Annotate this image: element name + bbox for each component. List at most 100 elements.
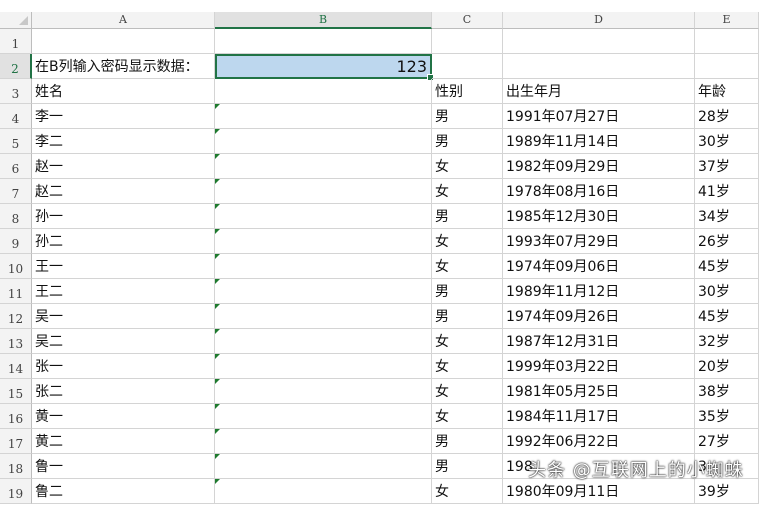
hidden-data-cell[interactable] [215, 254, 432, 279]
age-cell[interactable]: 30岁 [695, 279, 759, 304]
gender-cell[interactable]: 女 [432, 379, 503, 404]
header-birth[interactable]: 出生年月 [503, 79, 695, 104]
gender-cell[interactable]: 女 [432, 354, 503, 379]
gender-cell[interactable]: 女 [432, 179, 503, 204]
row-header[interactable]: 12 [0, 304, 32, 329]
age-cell[interactable]: 20岁 [695, 354, 759, 379]
age-cell[interactable]: 26岁 [695, 229, 759, 254]
column-header-c[interactable]: C [432, 12, 503, 29]
birth-cell[interactable]: 1987年12月31日 [503, 329, 695, 354]
age-cell[interactable]: 38岁 [695, 379, 759, 404]
name-cell[interactable]: 王二 [32, 279, 215, 304]
gender-cell[interactable]: 男 [432, 454, 503, 479]
name-cell[interactable]: 黄二 [32, 429, 215, 454]
cell[interactable] [695, 29, 759, 54]
gender-cell[interactable]: 男 [432, 129, 503, 154]
row-header[interactable]: 4 [0, 104, 32, 129]
gender-cell[interactable]: 男 [432, 304, 503, 329]
name-cell[interactable]: 张二 [32, 379, 215, 404]
hidden-data-cell[interactable] [215, 329, 432, 354]
hidden-data-cell[interactable] [215, 229, 432, 254]
column-header-b[interactable]: B [215, 12, 432, 29]
header-age[interactable]: 年龄 [695, 79, 759, 104]
row-header[interactable]: 17 [0, 429, 32, 454]
row-header[interactable]: 7 [0, 179, 32, 204]
hidden-data-cell[interactable] [215, 279, 432, 304]
name-cell[interactable]: 王一 [32, 254, 215, 279]
row-header[interactable]: 3 [0, 79, 32, 104]
hidden-data-cell[interactable] [215, 204, 432, 229]
row-header[interactable]: 2 [0, 54, 32, 79]
gender-cell[interactable]: 女 [432, 404, 503, 429]
birth-cell[interactable]: 1981年05月25日 [503, 379, 695, 404]
name-cell[interactable]: 李二 [32, 129, 215, 154]
birth-cell[interactable]: 1985年12月30日 [503, 204, 695, 229]
name-cell[interactable]: 孙一 [32, 204, 215, 229]
age-cell[interactable]: 32岁 [695, 329, 759, 354]
select-all-button[interactable] [0, 12, 32, 29]
name-cell[interactable]: 黄一 [32, 404, 215, 429]
age-cell[interactable]: 27岁 [695, 429, 759, 454]
cell[interactable] [432, 29, 503, 54]
birth-cell[interactable]: 1993年07月29日 [503, 229, 695, 254]
row-header[interactable]: 11 [0, 279, 32, 304]
name-cell[interactable]: 赵一 [32, 154, 215, 179]
birth-cell[interactable]: 1982年09月29日 [503, 154, 695, 179]
gender-cell[interactable]: 女 [432, 154, 503, 179]
row-header[interactable]: 8 [0, 204, 32, 229]
name-cell[interactable]: 吴一 [32, 304, 215, 329]
cell[interactable] [215, 79, 432, 104]
birth-cell[interactable]: 1974年09月06日 [503, 254, 695, 279]
row-header[interactable]: 10 [0, 254, 32, 279]
cell[interactable] [503, 54, 695, 79]
row-header[interactable]: 15 [0, 379, 32, 404]
hidden-data-cell[interactable] [215, 429, 432, 454]
cell[interactable] [32, 29, 215, 54]
age-cell[interactable]: 37岁 [695, 154, 759, 179]
row-header[interactable]: 19 [0, 479, 32, 504]
age-cell[interactable]: 28岁 [695, 104, 759, 129]
age-cell[interactable]: 41岁 [695, 179, 759, 204]
gender-cell[interactable]: 男 [432, 204, 503, 229]
name-cell[interactable]: 李一 [32, 104, 215, 129]
gender-cell[interactable]: 女 [432, 329, 503, 354]
name-cell[interactable]: 孙二 [32, 229, 215, 254]
name-cell[interactable]: 鲁二 [32, 479, 215, 504]
birth-cell[interactable]: 1974年09月26日 [503, 304, 695, 329]
birth-cell[interactable]: 1989年11月14日 [503, 129, 695, 154]
name-cell[interactable]: 鲁一 [32, 454, 215, 479]
age-cell[interactable]: 45岁 [695, 254, 759, 279]
row-header[interactable]: 18 [0, 454, 32, 479]
name-cell[interactable]: 张一 [32, 354, 215, 379]
birth-cell[interactable]: 1999年03月22日 [503, 354, 695, 379]
gender-cell[interactable]: 男 [432, 279, 503, 304]
cell[interactable] [432, 54, 503, 79]
cell[interactable] [215, 29, 432, 54]
birth-cell[interactable]: 1992年06月22日 [503, 429, 695, 454]
gender-cell[interactable]: 女 [432, 229, 503, 254]
age-cell[interactable]: 45岁 [695, 304, 759, 329]
gender-cell[interactable]: 女 [432, 254, 503, 279]
column-header-e[interactable]: E [695, 12, 759, 29]
gender-cell[interactable]: 女 [432, 479, 503, 504]
birth-cell[interactable]: 1978年08月16日 [503, 179, 695, 204]
birth-cell[interactable]: 1989年11月12日 [503, 279, 695, 304]
age-cell[interactable]: 35岁 [695, 404, 759, 429]
column-header-d[interactable]: D [503, 12, 695, 29]
row-header[interactable]: 16 [0, 404, 32, 429]
hidden-data-cell[interactable] [215, 379, 432, 404]
header-name[interactable]: 姓名 [32, 79, 215, 104]
name-cell[interactable]: 吴二 [32, 329, 215, 354]
gender-cell[interactable]: 男 [432, 104, 503, 129]
hidden-data-cell[interactable] [215, 479, 432, 504]
header-gender[interactable]: 性别 [432, 79, 503, 104]
row-header[interactable]: 1 [0, 29, 32, 54]
password-input-cell[interactable]: 123 [215, 54, 434, 81]
hidden-data-cell[interactable] [215, 104, 432, 129]
birth-cell[interactable]: 1991年07月27日 [503, 104, 695, 129]
row-header[interactable]: 9 [0, 229, 32, 254]
cell[interactable] [695, 54, 759, 79]
birth-cell[interactable]: 1980年09月11日 [503, 479, 695, 504]
birth-cell[interactable]: 1984年11月17日 [503, 404, 695, 429]
prompt-label-cell[interactable]: 在B列输入密码显示数据： [32, 54, 215, 79]
